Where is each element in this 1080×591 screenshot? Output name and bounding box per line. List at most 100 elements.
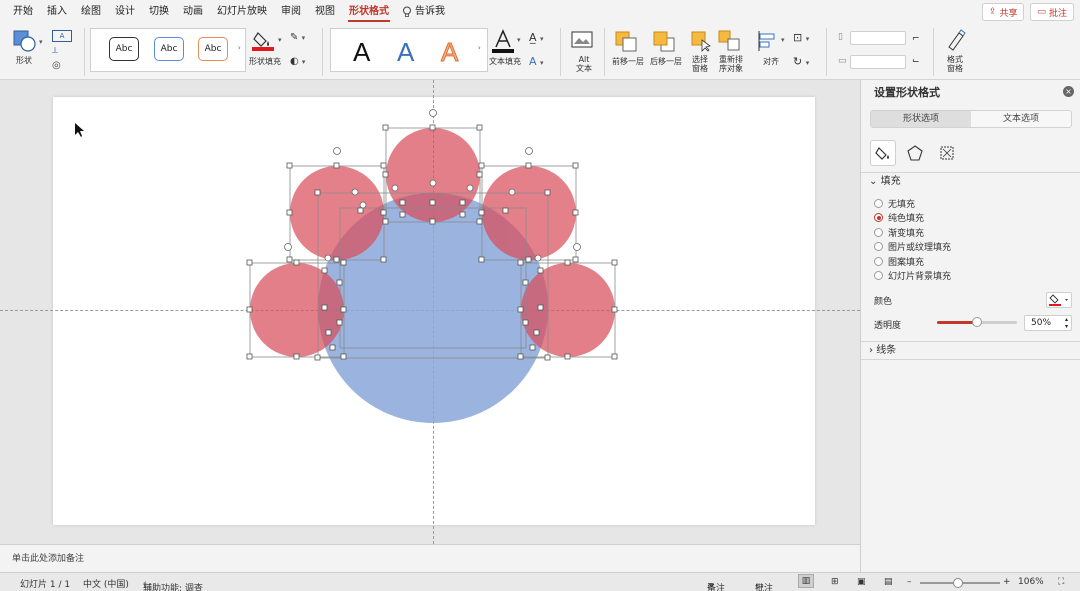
shape-effects-icon[interactable]: ◐ ▾	[290, 56, 305, 67]
tab-slideshow[interactable]: 幻灯片放映	[210, 0, 274, 24]
edit-shape-icon[interactable]: ⟂	[52, 46, 72, 56]
width-input[interactable]	[850, 55, 906, 69]
normal-view-icon[interactable]: ▥	[798, 574, 814, 588]
slide-sorter-icon[interactable]: ⊞	[831, 577, 839, 587]
stepper-icon[interactable]: ▴ ▾	[1065, 316, 1068, 330]
tab-text-options[interactable]: 文本选项	[971, 111, 1071, 127]
height-input[interactable]	[850, 31, 906, 45]
slide-editor[interactable]	[0, 80, 860, 544]
style-sample-3[interactable]: Abc	[198, 37, 228, 61]
fill-option-radio[interactable]: 渐变填充	[874, 226, 924, 239]
format-pane-icon[interactable]	[945, 29, 967, 51]
reorder-objects-label[interactable]: 重新排 序对象	[719, 55, 743, 73]
transparency-input[interactable]: 50% ▴ ▾	[1024, 315, 1072, 331]
align-icon[interactable]	[757, 30, 779, 52]
text-outline-icon[interactable]: A̲ ▾	[529, 31, 544, 44]
ribbon: ▾ 形状 A ⟂ ◎ Abc Abc Abc › ▾ 形状填充 ✎ ▾ ◐ ▾ …	[0, 24, 1080, 80]
slideshow-view-icon[interactable]: ▤	[884, 577, 893, 587]
fill-dropdown-icon[interactable]: ▾	[278, 36, 282, 44]
style-sample-1[interactable]: Abc	[109, 37, 139, 61]
text-effects-icon[interactable]: A ▾	[529, 55, 544, 68]
zoom-slider[interactable]	[920, 578, 1000, 588]
tab-animations[interactable]: 动画	[176, 0, 210, 24]
paint-bucket-icon[interactable]	[252, 29, 276, 51]
radio-button-icon[interactable]	[874, 256, 883, 266]
text-fill-dropdown-icon[interactable]: ▾	[517, 36, 521, 44]
transparency-slider[interactable]	[937, 317, 1017, 327]
red-circle-upper-left[interactable]	[290, 166, 384, 260]
fill-color-picker[interactable]	[1046, 292, 1072, 308]
zoom-out-icon[interactable]: –	[907, 577, 912, 587]
align-dropdown-icon[interactable]: ▾	[781, 36, 785, 44]
chevron-right-icon: ›	[869, 345, 873, 356]
bring-forward-icon[interactable]	[614, 30, 638, 52]
share-button[interactable]: ⇪ 共享	[981, 3, 1025, 21]
tab-home[interactable]: 开始	[6, 0, 40, 24]
red-circle-left[interactable]	[250, 263, 344, 357]
zoom-in-icon[interactable]: +	[1003, 577, 1011, 587]
tab-shape-options[interactable]: 形状选项	[871, 111, 971, 127]
selection-pane-icon[interactable]	[690, 30, 712, 52]
radio-button-icon[interactable]	[874, 271, 883, 280]
send-backward-icon[interactable]	[652, 30, 676, 52]
wordart-sample-3[interactable]: A	[440, 37, 458, 68]
radio-button-icon[interactable]	[874, 213, 883, 223]
shapes-icon[interactable]	[12, 29, 38, 53]
wordart-more-icon[interactable]: ›	[478, 44, 481, 52]
red-circle-right[interactable]	[521, 263, 615, 357]
align-label: 对齐	[763, 57, 779, 66]
radio-button-icon[interactable]	[874, 242, 883, 252]
zoom-level[interactable]: 106%	[1018, 577, 1044, 587]
selection-pane-label[interactable]: 选择 窗格	[692, 55, 708, 73]
comments-button[interactable]: ▭ 批注	[1030, 3, 1074, 21]
menu-tabs: 开始 插入 绘图 设计 切换 动画 幻灯片放映 审阅 视图 形状格式 告诉我	[0, 0, 1080, 24]
language-indicator[interactable]: 中文 (中国)	[83, 577, 129, 590]
line-section-header[interactable]: › 线条	[861, 341, 1080, 359]
alt-text-icon[interactable]	[571, 29, 593, 49]
fill-option-radio[interactable]: 图案填充	[874, 255, 924, 268]
fill-option-radio[interactable]: 幻灯片背景填充	[874, 269, 951, 282]
red-circle-upper-right[interactable]	[482, 166, 576, 260]
tab-view[interactable]: 视图	[308, 0, 342, 24]
alt-text-line-2: 文本	[576, 64, 592, 73]
merge-shapes-icon[interactable]: ◎	[52, 60, 72, 72]
reorder-objects-icon[interactable]	[718, 30, 742, 52]
fill-option-radio[interactable]: 图片或纹理填充	[874, 240, 951, 253]
transparency-slider-fill	[937, 321, 977, 324]
tell-me[interactable]: 告诉我	[396, 0, 452, 24]
size-properties-tab[interactable]	[934, 140, 960, 166]
transparency-slider-handle[interactable]	[972, 317, 982, 327]
radio-button-icon[interactable]	[874, 199, 883, 208]
tab-transitions[interactable]: 切换	[142, 0, 176, 24]
format-pane-label[interactable]: 格式 窗格	[947, 55, 963, 73]
fill-option-radio[interactable]: 无填充	[874, 197, 915, 210]
tab-shape-format[interactable]: 形状格式	[342, 0, 396, 24]
wordart-sample-2[interactable]: A	[397, 37, 414, 68]
notes-area[interactable]: 单击此处添加备注	[0, 544, 860, 572]
text-fill-icon[interactable]	[491, 29, 515, 53]
fill-section-header[interactable]: ⌄ 填充	[861, 172, 1080, 190]
shape-fill-label: 形状填充	[249, 57, 281, 66]
tab-insert[interactable]: 插入	[40, 0, 74, 24]
radio-button-icon[interactable]	[874, 227, 883, 237]
styles-more-icon[interactable]: ›	[238, 44, 241, 52]
tab-design[interactable]: 设计	[108, 0, 142, 24]
group-icon[interactable]: ⊡ ▾	[793, 31, 809, 44]
shapes-dropdown-icon[interactable]: ▾	[39, 38, 43, 46]
tab-draw[interactable]: 绘图	[74, 0, 108, 24]
rotate-icon[interactable]: ↻ ▾	[793, 55, 809, 68]
tab-review[interactable]: 审阅	[274, 0, 308, 24]
wordart-sample-1[interactable]: A	[353, 37, 370, 68]
fill-line-tab[interactable]	[870, 140, 896, 166]
fit-to-window-icon[interactable]: ⛶	[1058, 577, 1064, 587]
effects-tab[interactable]	[902, 140, 928, 166]
zoom-slider-handle[interactable]	[952, 578, 963, 588]
close-icon[interactable]: ×	[1063, 86, 1074, 97]
text-box-icon[interactable]: A	[52, 30, 72, 42]
lock-ratio-icon[interactable]: ⌐	[912, 34, 920, 44]
fill-option-radio[interactable]: 纯色填充	[874, 211, 924, 224]
shape-outline-icon[interactable]: ✎ ▾	[290, 32, 305, 43]
alt-text-label[interactable]: Alt 文本	[576, 55, 592, 73]
style-sample-2[interactable]: Abc	[154, 37, 184, 61]
reading-view-icon[interactable]: ▣	[857, 577, 866, 587]
